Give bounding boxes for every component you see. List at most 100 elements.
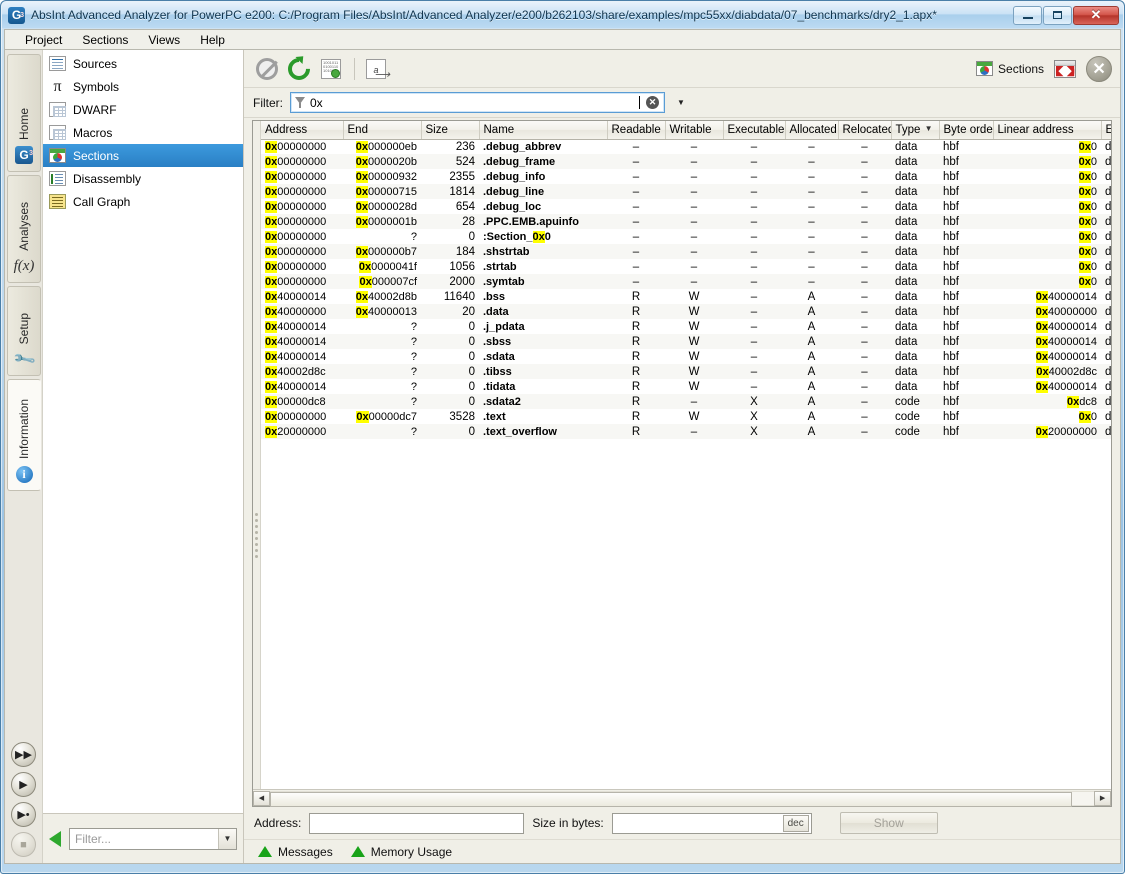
table-row[interactable]: 0x00000000 0x00000932 2355 .debug_info – – – – –… bbox=[261, 169, 1111, 184]
step-button[interactable]: ▶• bbox=[11, 802, 36, 827]
cell-type: data bbox=[891, 214, 939, 229]
table-row[interactable]: 0x00000000 0x000007cf 2000 .symtab – – – – – data… bbox=[261, 274, 1112, 289]
vtab-information[interactable]: i Information bbox=[7, 379, 41, 491]
vtab-home[interactable]: G3 Home bbox=[7, 54, 41, 172]
table-row[interactable]: 0x00000000 0x000000b7 184 .shstrtab – – – – – dat… bbox=[261, 244, 1112, 259]
column-header-relocated[interactable]: Relocated bbox=[838, 121, 892, 140]
radix-toggle-button[interactable]: dec bbox=[782, 814, 809, 832]
run-button[interactable]: ▶ bbox=[11, 772, 36, 797]
sidebar-filter-input[interactable]: Filter... ▼ bbox=[69, 827, 237, 850]
sidebar-item-label: Symbols bbox=[73, 79, 120, 94]
filter-input[interactable]: 0x ✕ bbox=[290, 92, 665, 113]
close-window-button[interactable]: ✕ bbox=[1073, 5, 1119, 25]
run-all-button[interactable]: ▶▶ bbox=[11, 742, 36, 767]
cell-allocated: A bbox=[807, 320, 816, 333]
table-row[interactable]: 0x40000014? 0 .j_pdata R W – A – data hbf 0x400000… bbox=[261, 319, 1111, 334]
column-header-executable_file[interactable]: Executable bbox=[1101, 121, 1112, 140]
vtab-analyses-label: Analyses bbox=[17, 202, 31, 251]
clear-filter-button[interactable]: ✕ bbox=[646, 96, 659, 109]
column-header-name[interactable]: Name bbox=[479, 121, 608, 140]
back-arrow-icon[interactable] bbox=[49, 830, 61, 847]
sidebar-item-macros[interactable]: Macros bbox=[43, 121, 243, 144]
table-row[interactable]: 0x00000000 0x0000041f 1056 .strtab – – – – – data… bbox=[261, 259, 1111, 274]
scroll-left-button[interactable]: ◀ bbox=[253, 790, 270, 806]
cell-writable: – bbox=[665, 424, 723, 439]
table-row[interactable]: 0x40000014 0x40002d8b 11640 .bss R W – A – data hb… bbox=[261, 289, 1111, 304]
menu-views[interactable]: Views bbox=[138, 31, 190, 49]
cell-writable: W bbox=[688, 320, 700, 333]
pi-icon: π bbox=[53, 78, 62, 95]
filter-match-highlight: 0x bbox=[355, 290, 369, 303]
filter-history-dropdown[interactable]: ▼ bbox=[672, 94, 690, 112]
sections-table-scroll[interactable]: Address End Size Name Readable Writable Execut… bbox=[261, 121, 1112, 789]
table-row[interactable]: 0x40002d8c? 0 .tibss R W – A – data hbf 0x40002d8c… bbox=[261, 364, 1112, 379]
status-messages[interactable]: Messages bbox=[258, 845, 333, 859]
menu-project[interactable]: Project bbox=[15, 31, 72, 49]
vtab-analyses[interactable]: f(x) Analyses bbox=[7, 175, 41, 283]
scroll-right-button[interactable]: ▶ bbox=[1094, 790, 1112, 806]
table-row[interactable]: 0x00000000 0x0000028d 654 .debug_loc – – – – – da… bbox=[261, 199, 1111, 214]
column-header-readable[interactable]: Readable bbox=[607, 121, 666, 140]
show-button[interactable]: Show bbox=[839, 812, 938, 834]
sidebar-item-dwarf[interactable]: DWARF bbox=[43, 98, 243, 121]
table-row[interactable]: 0x40000000 0x40000013 20 .data R W – A – data hbf 0… bbox=[261, 304, 1112, 319]
abort-button[interactable] bbox=[252, 54, 282, 84]
table-row[interactable]: 0x00000000 0x00000715 1814 .debug_line – – – – –… bbox=[261, 184, 1112, 199]
menu-help[interactable]: Help bbox=[190, 31, 235, 49]
filter-match-highlight: 0x bbox=[1035, 305, 1049, 318]
vtab-setup[interactable]: 🔧 Setup bbox=[7, 286, 41, 376]
column-header-writable[interactable]: Writable bbox=[665, 121, 724, 140]
cell-name: .j_pdata bbox=[483, 320, 525, 333]
reload-button[interactable] bbox=[283, 52, 315, 85]
cell-byte_order: hbf bbox=[939, 424, 993, 439]
column-header-address[interactable]: Address bbox=[261, 121, 344, 140]
size-input[interactable]: dec bbox=[611, 812, 812, 834]
column-header-linear_address[interactable]: Linear address bbox=[993, 121, 1102, 140]
menu-sections[interactable]: Sections bbox=[72, 31, 138, 49]
scrollbar-thumb[interactable] bbox=[270, 791, 1073, 807]
vtab-setup-label: Setup bbox=[17, 312, 31, 344]
cell-executable: – bbox=[750, 260, 758, 273]
cell-end: 0x0000028d bbox=[355, 200, 417, 213]
binary-settings-button[interactable]: 10010110100110101001 bbox=[316, 54, 346, 84]
cell-allocated: – bbox=[785, 154, 838, 169]
maximize-button[interactable] bbox=[1043, 5, 1072, 25]
table-row[interactable]: 0x00000000 0x0000001b 28 .PPC.EMB.apuinfo – –… bbox=[261, 214, 1112, 229]
rename-button[interactable]: a ⟶ bbox=[361, 54, 391, 84]
address-input[interactable] bbox=[309, 812, 525, 834]
sidebar-item-sections[interactable]: Sections bbox=[43, 144, 243, 167]
minimize-button[interactable] bbox=[1013, 5, 1042, 25]
sidebar-item-call-graph[interactable]: Call Graph bbox=[43, 190, 243, 213]
table-row[interactable]: 0x00000000 0x0000020b 524 .debug_frame – – – – –… bbox=[261, 154, 1112, 169]
sidebar-item-disassembly[interactable]: Disassembly bbox=[43, 167, 243, 190]
column-header-executable[interactable]: Executable bbox=[723, 121, 786, 140]
stop-button[interactable]: ■ bbox=[11, 832, 36, 857]
column-header-end[interactable]: End bbox=[343, 121, 422, 140]
horizontal-scrollbar[interactable]: ◀ ▶ bbox=[253, 789, 1112, 807]
cell-end: ? bbox=[410, 230, 417, 243]
table-row[interactable]: 0x00000000 0x000000eb 236 .debug_abbrev – – – –… bbox=[261, 139, 1111, 154]
scrollbar-track[interactable] bbox=[270, 790, 1095, 807]
column-header-allocated[interactable]: Allocated bbox=[785, 121, 839, 140]
column-header-type[interactable]: Type ▼ bbox=[891, 121, 940, 140]
status-messages-label: Messages bbox=[278, 844, 333, 859]
table-row[interactable]: 0x00000000 0x00000dc7 3528 .text R W X A – code hb… bbox=[261, 409, 1111, 424]
column-header-size[interactable]: Size bbox=[421, 121, 480, 140]
table-row[interactable]: 0x20000000? 0 .text_overflow R – X A – code hbf 0x… bbox=[261, 424, 1112, 439]
table-row[interactable]: 0x40000014? 0 .tidata R W – A – data hbf 0x4000001… bbox=[261, 379, 1111, 394]
status-memory-usage[interactable]: Memory Usage bbox=[350, 845, 452, 859]
table-row[interactable]: 0x40000014? 0 .sbss R W – A – data hbf 0x40000014 d… bbox=[261, 334, 1112, 349]
table-row[interactable]: 0x00000dc8?0.sdata2R–XA–codehbf0xdc8dry2… bbox=[261, 394, 1112, 409]
filter-match-highlight: 0x bbox=[1035, 350, 1049, 363]
chevron-down-icon[interactable]: ▼ bbox=[218, 828, 236, 849]
column-header-byte_order[interactable]: Byte order bbox=[939, 121, 994, 140]
table-row[interactable]: 0x40000014? 0 .sdata R W – A – data hbf 0x40000014… bbox=[261, 349, 1111, 364]
table-row[interactable]: 0x00000000? 0:Section_0x0 – – – – – data hbf 0x0 d… bbox=[261, 229, 1111, 244]
cell-readable: – bbox=[632, 260, 640, 273]
table-splitter-handle[interactable] bbox=[253, 121, 261, 789]
cell-type: code bbox=[895, 410, 920, 423]
maximize-panel-icon[interactable]: ◤ ◥ ◣ ◢ bbox=[1054, 59, 1077, 78]
close-panel-icon[interactable]: ✕ bbox=[1086, 55, 1113, 82]
sidebar-item-symbols[interactable]: π Symbols bbox=[43, 75, 243, 98]
sidebar-item-sources[interactable]: Sources bbox=[43, 52, 243, 75]
